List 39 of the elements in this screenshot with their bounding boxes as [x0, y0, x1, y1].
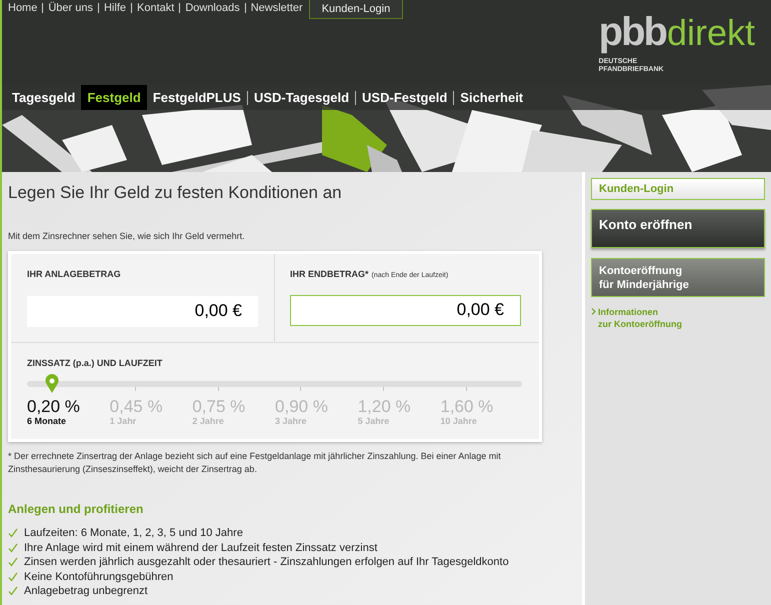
footnote: * Der errechnete Zinsertrag der Anlage bezieht sich auf eine Festgeldanlage mit jährlicher Zinszahlung. Bei einer Anlage mit Zinsthesaurierung (Zinseszinseffekt), weicht der Zinsertrag ab.	[8, 450, 502, 476]
check-icon	[8, 557, 18, 568]
logo-text: direkt	[666, 15, 755, 51]
chevron-right-icon	[591, 308, 596, 315]
slider-thumb[interactable]	[44, 374, 59, 393]
benefits-heading: Anlegen und profitieren	[8, 501, 144, 518]
field-label: IHR ENDBETRAG*	[290, 268, 369, 281]
benefit-text: Ihre Anlage wird mit einem während der Laufzeit festen Zinssatz verzinst	[24, 540, 378, 556]
open-account-button[interactable]: Konto eröffnen	[591, 209, 765, 248]
benefit-text: Zinsen werden jährlich ausgezahlt oder thesauriert - Zinszahlungen erfolgen auf Ihr Tagesgeldkonto	[24, 555, 509, 570]
benefit-text: Anlagebetrag unbegrenzt	[24, 584, 148, 599]
top-nav-link[interactable]: Hilfe	[104, 0, 126, 16]
page-heading: Legen Sie Ihr Geld zu festen Konditionen an	[8, 182, 343, 204]
check-icon	[8, 572, 18, 582]
check-icon	[8, 586, 18, 596]
top-nav-link[interactable]: Kontakt	[137, 0, 174, 16]
benefit-text: Laufzeiten: 6 Monate, 1, 2, 3, 5 und 10 Jahre	[24, 526, 243, 541]
nav-tab[interactable]: USD-Festgeld	[356, 85, 454, 110]
check-icon	[8, 542, 18, 553]
amount-field[interactable]: 0,00 €	[27, 296, 258, 326]
top-nav-link[interactable]: Home	[8, 0, 38, 16]
top-nav-link[interactable]: Downloads	[185, 0, 240, 16]
check-icon	[8, 528, 18, 538]
result-field[interactable]: 0,00 €	[290, 294, 521, 326]
nav-tab[interactable]: Sicherheit	[454, 85, 530, 110]
rate-option[interactable]: 0,20 % 6 Monate	[27, 397, 110, 427]
top-nav-link[interactable]: Über uns	[48, 0, 93, 16]
nav-tab[interactable]: FestgeldPLUS	[146, 85, 247, 110]
benefit-text: Keine Kontoführungsgebühren	[24, 570, 174, 584]
logo-text: pbb	[598, 12, 666, 52]
nav-tab[interactable]: USD-Tagesgeld	[248, 85, 356, 110]
minors-account-button[interactable]: Kontoeröffnung für Minderjährige	[591, 258, 765, 297]
intro-text: Mit dem Zinsrechner sehen Sie, wie sich Ihr Geld vermehrt.	[8, 230, 246, 242]
login-link[interactable]: Kunden-Login	[308, 0, 404, 19]
nav-tab[interactable]: Tagesgeld	[6, 85, 82, 110]
top-nav-link[interactable]: Newsletter	[250, 0, 303, 16]
rate-label: ZINSSATZ (p.a.) UND LAUFZEIT	[27, 356, 164, 370]
field-label: IHR ANLAGEBETRAG	[27, 268, 122, 281]
nav-tab[interactable]: Festgeld	[81, 85, 147, 110]
